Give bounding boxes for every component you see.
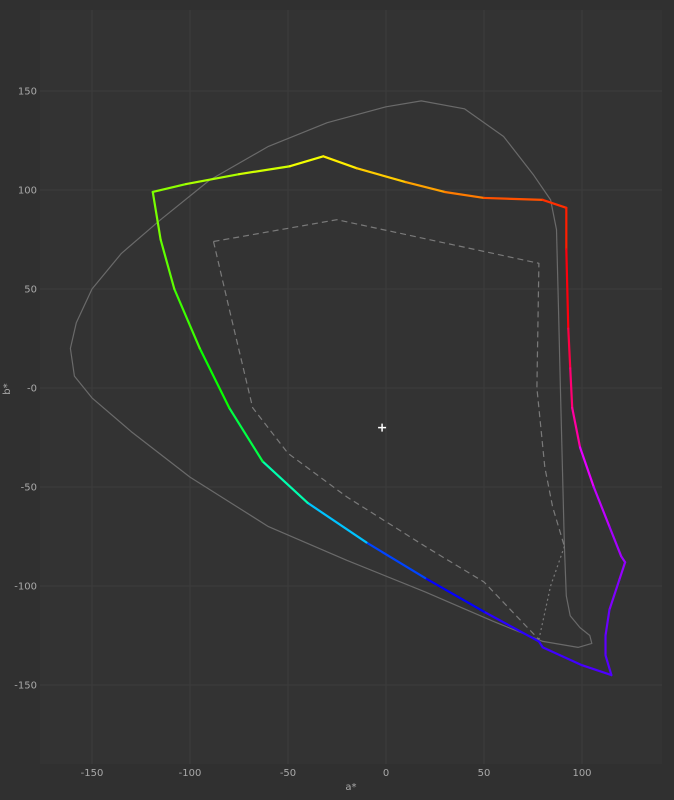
x-tick-label: 0 [383,768,389,779]
x-tick-label: 50 [478,768,491,779]
x-tick-label: -150 [81,768,104,779]
x-tick-label: -100 [179,768,202,779]
x-tick-label: -50 [280,768,296,779]
y-axis-label: b* [2,383,13,394]
y-tick-label: -150 [14,681,37,692]
y-tick-label: 100 [18,186,37,197]
y-tick-label: -100 [14,582,37,593]
plot-area [40,10,662,764]
y-tick-label: 150 [18,87,37,98]
y-tick-label: -50 [21,483,37,494]
x-axis-label: a* [345,782,356,793]
y-tick-label: 50 [24,285,37,296]
y-tick-label: -0 [27,384,37,395]
x-tick-label: 100 [572,768,591,779]
chart-plot: -150 -100 -50 0 50 100 150 100 50 -0 -50 -100 -150 a… [2,10,662,793]
